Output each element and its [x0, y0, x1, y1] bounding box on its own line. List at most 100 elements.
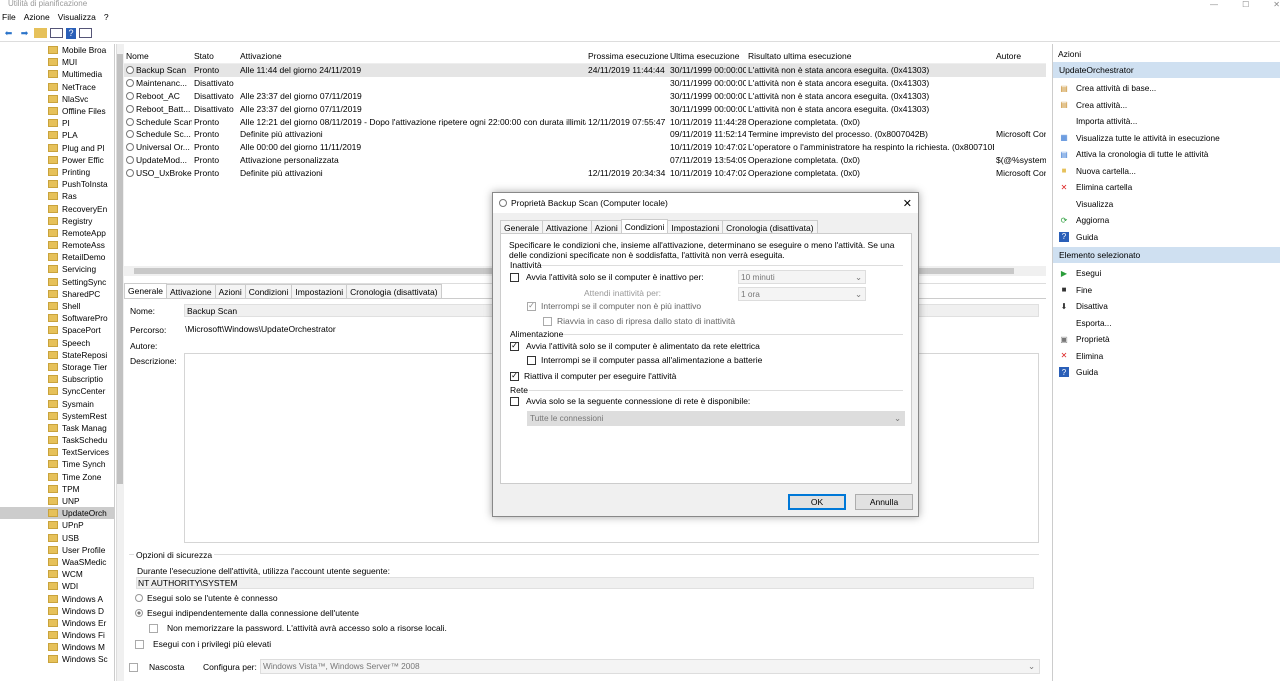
- power-battery-checkbox[interactable]: [527, 355, 536, 365]
- column-header[interactable]: Autore: [994, 51, 1046, 61]
- dialog-close-icon[interactable]: ✕: [903, 197, 912, 210]
- task-row[interactable]: Reboot_Batt... Disattivato Alle 23:37 del …: [124, 102, 1046, 115]
- tree-item[interactable]: SyncCenter: [0, 385, 114, 397]
- tree-item[interactable]: Windows Fi: [0, 629, 114, 641]
- action-item[interactable]: ▶ Esegui: [1053, 265, 1280, 282]
- actions-section-folder[interactable]: UpdateOrchestrator: [1053, 62, 1280, 78]
- detail-tab[interactable]: Impostazioni: [291, 284, 348, 298]
- show-hide-tree-icon[interactable]: [50, 28, 63, 38]
- ok-button[interactable]: OK: [788, 494, 846, 510]
- action-item[interactable]: Esporta...: [1053, 315, 1280, 332]
- detail-tab[interactable]: Azioni: [214, 284, 246, 298]
- cancel-button[interactable]: Annulla: [855, 494, 913, 510]
- column-header[interactable]: Stato: [192, 51, 238, 61]
- action-item[interactable]: ▤ Crea attività...: [1053, 97, 1280, 114]
- detail-tab[interactable]: Cronologia (disattivata): [346, 284, 442, 298]
- tree-item[interactable]: Windows A: [0, 592, 114, 604]
- tree-item[interactable]: Multimedia: [0, 68, 114, 80]
- no-password-checkbox[interactable]: [149, 623, 158, 633]
- run-always-radio[interactable]: [135, 609, 143, 617]
- tree-item[interactable]: SharedPC: [0, 288, 114, 300]
- task-row[interactable]: Backup Scan Pronto Alle 11:44 del giorno 2…: [124, 64, 1046, 77]
- dialog-tab[interactable]: Cronologia (disattivata): [722, 220, 818, 234]
- action-item[interactable]: ▤ Attiva la cronologia di tutte le attivi…: [1053, 146, 1280, 163]
- column-header[interactable]: Attivazione: [238, 51, 586, 61]
- tree-item[interactable]: Time Synch: [0, 458, 114, 470]
- idle-start-checkbox[interactable]: [510, 272, 519, 282]
- dialog-tab[interactable]: Azioni: [590, 220, 622, 234]
- tree-item[interactable]: WDI: [0, 580, 114, 592]
- detail-tab[interactable]: Generale: [124, 283, 167, 298]
- detail-tab[interactable]: Attivazione: [165, 284, 216, 298]
- tree-item[interactable]: Offline Files: [0, 105, 114, 117]
- tree-item[interactable]: Shell: [0, 300, 114, 312]
- tree-item[interactable]: User Profile: [0, 544, 114, 556]
- column-header[interactable]: Nome: [124, 51, 192, 61]
- action-item[interactable]: ⟳ Aggiorna: [1053, 212, 1280, 229]
- action-item[interactable]: ✕ Elimina cartella: [1053, 179, 1280, 196]
- tree-item[interactable]: Windows Er: [0, 617, 114, 629]
- tree-item[interactable]: Time Zone: [0, 471, 114, 483]
- action-item[interactable]: ▣ Proprietà: [1053, 331, 1280, 348]
- configure-for-select[interactable]: Windows Vista™, Windows Server™ 2008 ⌄: [260, 659, 1040, 674]
- tree-item[interactable]: SpacePort: [0, 324, 114, 336]
- task-row[interactable]: Schedule Scan Pronto Alle 12:21 del giorno…: [124, 115, 1046, 128]
- tree-item[interactable]: Speech: [0, 337, 114, 349]
- run-if-logged-radio[interactable]: [135, 594, 143, 602]
- menu-azione[interactable]: Azione: [24, 10, 50, 24]
- wake-computer-checkbox[interactable]: ✓: [510, 371, 519, 381]
- idle-restart-checkbox[interactable]: [543, 316, 552, 326]
- tree-item[interactable]: Storage Tier: [0, 361, 114, 373]
- power-ac-checkbox[interactable]: ✓: [510, 341, 519, 351]
- tree-item[interactable]: USB: [0, 532, 114, 544]
- tree-item[interactable]: Plug and Pl: [0, 142, 114, 154]
- dialog-tab[interactable]: Condizioni: [620, 219, 669, 234]
- tree-item[interactable]: Windows D: [0, 605, 114, 617]
- forward-icon[interactable]: ➡: [18, 27, 31, 40]
- tree-item[interactable]: UPnP: [0, 519, 114, 531]
- menu-help[interactable]: ?: [104, 10, 109, 24]
- tree-item[interactable]: TextServices: [0, 446, 114, 458]
- highest-privileges-checkbox[interactable]: [135, 639, 144, 649]
- column-header[interactable]: Ultima esecuzione: [668, 51, 746, 61]
- back-icon[interactable]: ⬅: [2, 27, 15, 40]
- action-item[interactable]: ✕ Elimina: [1053, 348, 1280, 365]
- tree-item[interactable]: Windows M: [0, 641, 114, 653]
- task-row[interactable]: Reboot_AC Disattivato Alle 23:37 del giorn…: [124, 90, 1046, 103]
- task-row[interactable]: USO_UxBroker Pronto Definite più attivazio…: [124, 166, 1046, 179]
- up-folder-icon[interactable]: [34, 28, 47, 38]
- tree-item[interactable]: PI: [0, 117, 114, 129]
- tree-item[interactable]: RemoteAss: [0, 239, 114, 251]
- tree-item[interactable]: WCM: [0, 568, 114, 580]
- action-item[interactable]: ? Guida: [1053, 364, 1280, 381]
- tree-item[interactable]: PushToInsta: [0, 178, 114, 190]
- help-toolbar-icon[interactable]: ?: [66, 27, 76, 39]
- tree-item[interactable]: RemoteApp: [0, 227, 114, 239]
- task-row[interactable]: UpdateMod... Pronto Attivazione personaliz…: [124, 154, 1046, 167]
- column-header[interactable]: Risultato ultima esecuzione: [746, 51, 994, 61]
- tree-item[interactable]: SettingSync: [0, 276, 114, 288]
- network-connection-select[interactable]: Tutte le connessioni ⌄: [527, 411, 905, 426]
- idle-wait-select[interactable]: 1 ora ⌄: [738, 287, 866, 301]
- action-item[interactable]: ? Guida: [1053, 229, 1280, 246]
- tree-item[interactable]: Subscriptio: [0, 373, 114, 385]
- tree-item[interactable]: TPM: [0, 483, 114, 495]
- menu-file[interactable]: File: [2, 10, 16, 24]
- action-item[interactable]: ▤ Crea attività di base...: [1053, 80, 1280, 97]
- tree-item[interactable]: Ras: [0, 190, 114, 202]
- tree-item[interactable]: SoftwarePro: [0, 312, 114, 324]
- tree-scrollbar-thumb[interactable]: [117, 54, 123, 484]
- tree-item[interactable]: TaskSchedu: [0, 434, 114, 446]
- menu-visualizza[interactable]: Visualizza: [58, 10, 96, 24]
- tree-item[interactable]: UNP: [0, 495, 114, 507]
- dialog-tab[interactable]: Generale: [500, 220, 543, 234]
- task-row[interactable]: Universal Or... Pronto Alle 00:00 del gior…: [124, 141, 1046, 154]
- tree-item[interactable]: Task Manag: [0, 422, 114, 434]
- task-row[interactable]: Schedule Sc... Pronto Definite più attivaz…: [124, 128, 1046, 141]
- tree-item[interactable]: Servicing: [0, 263, 114, 275]
- tree-item[interactable]: Mobile Broa: [0, 44, 114, 56]
- action-item[interactable]: ■ Fine: [1053, 282, 1280, 299]
- tree-item[interactable]: RecoveryEn: [0, 202, 114, 214]
- action-item[interactable]: ▦ Visualizza tutte le attività in esecuzi…: [1053, 130, 1280, 147]
- maximize-icon[interactable]: ☐: [1242, 0, 1249, 10]
